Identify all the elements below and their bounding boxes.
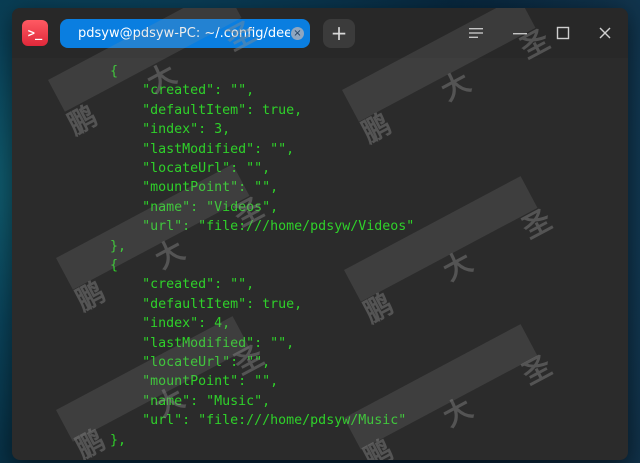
add-tab-button[interactable]: + bbox=[323, 19, 355, 48]
terminal-line: "index": 4, bbox=[46, 316, 231, 332]
terminal-window: >_ pdsyw@pdsyw-PC: ~/.config/deepin × + bbox=[12, 8, 628, 460]
terminal-app-icon[interactable]: >_ bbox=[22, 20, 48, 46]
close-icon bbox=[599, 27, 611, 39]
terminal-line: "lastModified": "", bbox=[46, 141, 295, 157]
close-button[interactable] bbox=[592, 21, 618, 45]
tab-close-icon[interactable]: × bbox=[291, 27, 304, 40]
